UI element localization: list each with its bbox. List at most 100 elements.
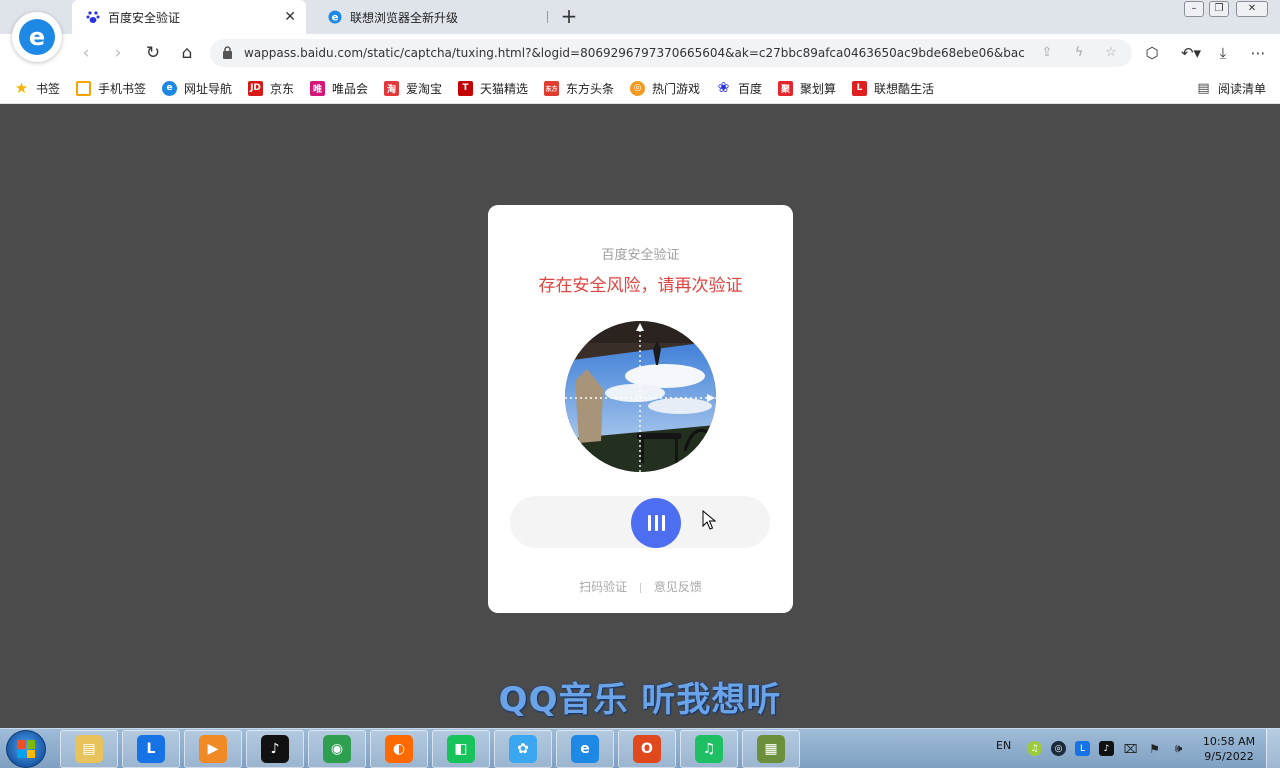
favorite-star-icon[interactable]: ☆ bbox=[1102, 44, 1120, 62]
lenovo-browser-icon: e bbox=[571, 735, 599, 763]
taskbar-app-iqiyi[interactable]: ◧ bbox=[432, 730, 490, 768]
taskbar-app-lenovo-app[interactable]: L bbox=[122, 730, 180, 768]
back-button[interactable]: ‹ bbox=[74, 41, 98, 65]
chrome-icon: ◉ bbox=[323, 735, 351, 763]
more-menu-icon[interactable]: ⋯ bbox=[1247, 42, 1269, 64]
mouse-cursor-icon bbox=[702, 510, 716, 530]
clock[interactable]: 10:58 AM 9/5/2022 bbox=[1196, 734, 1262, 764]
bookmark-item[interactable]: 东方 东方头条 bbox=[544, 79, 614, 97]
juhuasuan-icon: 聚 bbox=[778, 80, 793, 96]
refresh-button[interactable]: ↻ bbox=[141, 41, 165, 65]
reading-list-label: 阅读清单 bbox=[1218, 81, 1267, 96]
netdisk-icon: ✿ bbox=[509, 735, 537, 763]
taskbar-app-chrome[interactable]: ◉ bbox=[308, 730, 366, 768]
bookmark-item[interactable]: ★ 书签 bbox=[14, 79, 60, 97]
taskbar-app-firefox[interactable]: ◐ bbox=[370, 730, 428, 768]
tab-baidu-verify[interactable]: 百度安全验证 ✕ bbox=[72, 0, 306, 34]
restore-button[interactable]: ❐ bbox=[1209, 1, 1229, 17]
iqiyi-icon: ◧ bbox=[447, 735, 475, 763]
minimize-button[interactable]: – bbox=[1184, 1, 1204, 17]
bookmark-item[interactable]: 聚 聚划算 bbox=[778, 79, 836, 97]
bookmark-item[interactable]: 手机书签 bbox=[76, 79, 146, 97]
taskbar-app-tiktok[interactable]: ♪ bbox=[246, 730, 304, 768]
qq-music-tray-icon[interactable]: ♫ bbox=[1027, 741, 1042, 756]
taskbar-app-video-player[interactable]: ▶ bbox=[184, 730, 242, 768]
grip-bar bbox=[661, 515, 665, 531]
volume-icon[interactable]: 🕪 bbox=[1171, 741, 1186, 756]
dftoutiao-icon: 东方 bbox=[544, 80, 559, 96]
star-icon: ★ bbox=[14, 79, 29, 97]
lightning-icon[interactable]: ϟ bbox=[1070, 44, 1088, 62]
browser-logo[interactable]: e bbox=[12, 12, 62, 62]
close-window-button[interactable]: ✕ bbox=[1236, 1, 1268, 17]
feedback-link[interactable]: 意见反馈 bbox=[654, 580, 702, 594]
bookmark-label: 聚划算 bbox=[800, 81, 837, 96]
bookmark-item[interactable]: ❀ 百度 bbox=[716, 79, 762, 97]
url-text: wappass.baidu.com/static/captcha/tuxing.… bbox=[244, 46, 1024, 60]
address-bar[interactable]: wappass.baidu.com/static/captcha/tuxing.… bbox=[210, 39, 1132, 67]
tab-title: 联想浏览器全新升级 bbox=[350, 10, 459, 25]
baidu-paw-icon: ❀ bbox=[717, 80, 730, 96]
taskbar-app-qq-music[interactable]: ♫ bbox=[680, 730, 738, 768]
taskbar-app-office[interactable]: O bbox=[618, 730, 676, 768]
bookmark-label: 手机书签 bbox=[98, 81, 147, 96]
forward-button[interactable]: › bbox=[106, 41, 130, 65]
bookmark-item[interactable]: 淘 爱淘宝 bbox=[384, 79, 442, 97]
game-icon: ◎ bbox=[630, 80, 645, 96]
reading-list-button[interactable]: ▤ 阅读清单 bbox=[1196, 79, 1266, 97]
download-icon[interactable]: ⤓ bbox=[1212, 42, 1234, 64]
bookmark-label: 书签 bbox=[36, 81, 61, 96]
lenovo-browser-icon: e bbox=[328, 10, 342, 24]
tab-title: 百度安全验证 bbox=[108, 10, 181, 25]
overlay-subtitle: QQ音乐 听我想听 bbox=[498, 680, 782, 720]
jd-icon: JD bbox=[248, 80, 263, 96]
folder-icon: ▤ bbox=[75, 735, 103, 763]
taskbar-app-file-explorer[interactable]: ▤ bbox=[60, 730, 118, 768]
grip-bar bbox=[654, 515, 658, 531]
taskbar-app-lenovo-browser[interactable]: e bbox=[556, 730, 614, 768]
bookmark-label: 热门游戏 bbox=[652, 81, 701, 96]
bookmark-label: 联想酷生活 bbox=[874, 81, 935, 96]
share-icon[interactable]: ⇪ bbox=[1038, 44, 1056, 62]
undo-menu-icon[interactable]: ↶▾ bbox=[1176, 42, 1206, 64]
new-tab-button[interactable]: + bbox=[558, 6, 580, 28]
tiktok-tray-icon[interactable]: ♪ bbox=[1099, 741, 1114, 756]
video-player-icon: ▶ bbox=[199, 735, 227, 763]
firefox-icon: ◐ bbox=[385, 735, 413, 763]
tiktok-icon: ♪ bbox=[261, 735, 289, 763]
qr-verify-link[interactable]: 扫码验证 bbox=[579, 580, 627, 594]
bookmark-label: 爱淘宝 bbox=[406, 81, 443, 96]
bookmark-item[interactable]: JD 京东 bbox=[248, 79, 294, 97]
taskbar-app-minecraft[interactable]: ▦ bbox=[742, 730, 800, 768]
bookmark-label: 京东 bbox=[270, 81, 295, 96]
home-button[interactable]: ⌂ bbox=[175, 41, 199, 65]
tab-strip: 百度安全验证 ✕ e 联想浏览器全新升级 + – ❐ ✕ bbox=[0, 0, 1280, 34]
bookmark-item[interactable]: T 天猫精选 bbox=[458, 79, 528, 97]
bookmark-label: 百度 bbox=[738, 81, 763, 96]
bookmark-item[interactable]: 唯 唯品会 bbox=[310, 79, 368, 97]
office-icon: O bbox=[633, 735, 661, 763]
captcha-title: 百度安全验证 bbox=[601, 248, 680, 263]
action-center-flag-icon[interactable]: ⚑ bbox=[1147, 741, 1162, 756]
security-tray-icon[interactable]: ◎ bbox=[1051, 741, 1066, 756]
bookmark-item[interactable]: e 网址导航 bbox=[162, 79, 232, 97]
navigation-toolbar: ‹ › ↻ ⌂ wappass.baidu.com/static/captcha… bbox=[0, 34, 1280, 72]
taskbar-app-baidu-netdisk[interactable]: ✿ bbox=[494, 730, 552, 768]
language-indicator[interactable]: EN bbox=[996, 739, 1011, 752]
network-tray-icon[interactable]: ⌧ bbox=[1123, 741, 1138, 756]
bookmark-item[interactable]: L 联想酷生活 bbox=[852, 79, 934, 97]
show-desktop-button[interactable] bbox=[1266, 729, 1280, 768]
lenovo-tray-icon[interactable]: L bbox=[1075, 741, 1090, 756]
lock-icon bbox=[223, 46, 232, 59]
bookmark-label: 唯品会 bbox=[332, 81, 369, 96]
bookmark-label: 天猫精选 bbox=[480, 81, 529, 96]
bookmark-label: 东方头条 bbox=[566, 81, 615, 96]
start-button[interactable] bbox=[6, 730, 46, 768]
extensions-icon[interactable]: ⬡ bbox=[1141, 42, 1163, 64]
tab-lenovo-upgrade[interactable]: e 联想浏览器全新升级 bbox=[314, 0, 552, 34]
clock-date: 9/5/2022 bbox=[1204, 750, 1254, 763]
tab-close-icon[interactable]: ✕ bbox=[284, 9, 296, 25]
bookmark-item[interactable]: ◎ 热门游戏 bbox=[630, 79, 700, 97]
vip-icon: 唯 bbox=[310, 80, 325, 96]
svg-text:e: e bbox=[332, 13, 339, 24]
